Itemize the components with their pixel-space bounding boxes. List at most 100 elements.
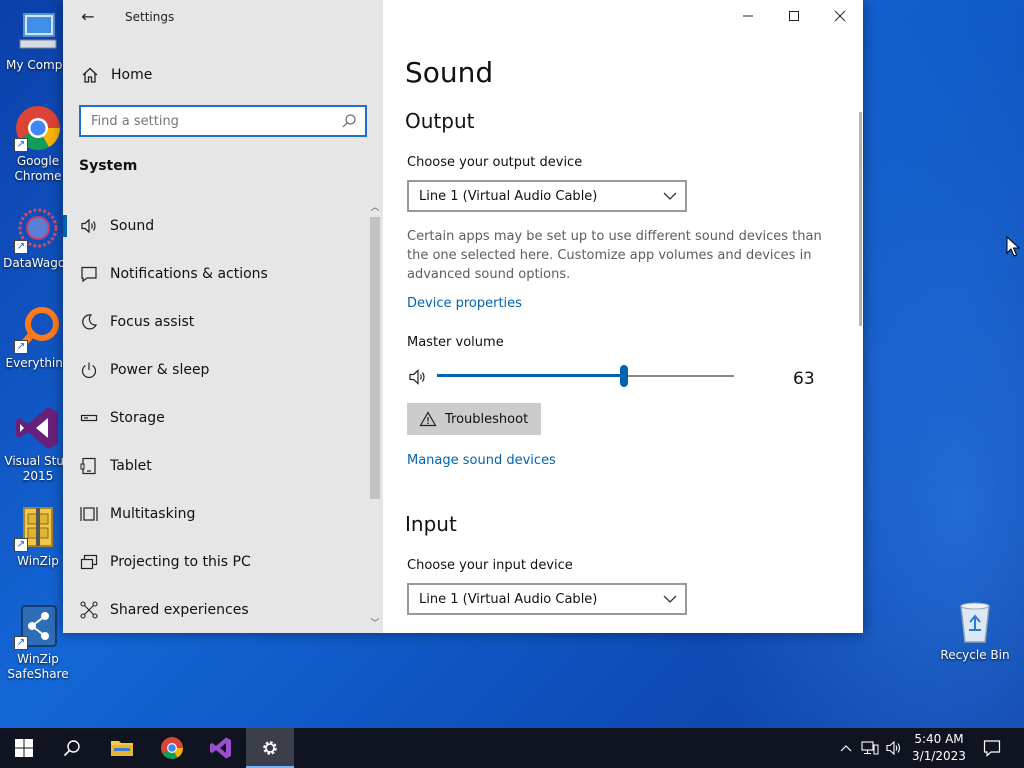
maximize-icon — [789, 11, 799, 21]
nav-item-notifications[interactable]: Notifications & actions — [63, 250, 368, 298]
search-icon — [63, 740, 80, 757]
close-icon — [834, 10, 846, 22]
action-center-icon — [983, 740, 1001, 757]
recycle-bin-icon — [955, 600, 995, 644]
nav-item-shared-experiences[interactable]: Shared experiences — [63, 586, 368, 633]
mouse-cursor-icon — [1006, 236, 1020, 257]
troubleshoot-button[interactable]: Troubleshoot — [407, 403, 541, 435]
nav-item-sound[interactable]: Sound — [63, 202, 368, 250]
nav-home[interactable]: Home — [81, 64, 152, 86]
input-device-dropdown[interactable]: Line 1 (Virtual Audio Cable) — [407, 583, 687, 615]
show-hidden-icons-button[interactable] — [836, 738, 856, 758]
storage-icon — [79, 408, 99, 428]
nav-item-focus-assist[interactable]: Focus assist — [63, 298, 368, 346]
output-heading: Output — [405, 109, 475, 133]
nav-item-label: Sound — [110, 218, 155, 234]
volume-speaker-icon[interactable] — [407, 366, 429, 388]
chrome-icon: ↗ — [14, 104, 62, 152]
nav-item-power-sleep[interactable]: Power & sleep — [63, 346, 368, 394]
taskbar-visual-studio[interactable] — [197, 728, 245, 768]
windows-logo-icon — [15, 739, 33, 757]
output-info-text: Certain apps may be set up to use differ… — [407, 229, 822, 282]
page-title: Sound — [405, 56, 494, 89]
visual-studio-icon — [14, 404, 62, 452]
search-icon[interactable] — [341, 113, 357, 129]
taskbar-file-explorer[interactable] — [98, 728, 146, 768]
clock-time: 5:40 AM — [914, 732, 964, 746]
chevron-down-icon — [663, 192, 677, 200]
search-box — [79, 105, 367, 137]
nav-item-storage[interactable]: Storage — [63, 394, 368, 442]
chevron-down-icon — [663, 595, 677, 603]
winzip-safeshare-icon: ↗ — [14, 602, 62, 650]
tablet-icon — [79, 456, 99, 476]
chevron-up-icon — [840, 745, 852, 752]
power-icon — [79, 360, 99, 380]
shortcut-arrow-icon: ↗ — [14, 240, 28, 254]
datawagon-icon: ↗ — [14, 206, 62, 254]
desktop-icon-label: WinZip SafeShare — [7, 652, 69, 681]
scroll-up-icon[interactable]: ︿ — [370, 203, 380, 213]
volume-slider-thumb[interactable] — [620, 365, 629, 387]
nav-item-label: Notifications & actions — [110, 266, 268, 282]
home-icon — [81, 66, 99, 84]
clock-date: 3/1/2023 — [912, 749, 966, 763]
multitasking-icon — [79, 504, 99, 524]
taskbar-search-button[interactable] — [48, 728, 96, 768]
nav-item-multitasking[interactable]: Multitasking — [63, 490, 368, 538]
nav-scrollbar[interactable]: ︿ ﹀ — [368, 203, 382, 631]
master-volume-value: 63 — [793, 369, 815, 389]
taskbar: 5:40 AM 3/1/2023 — [0, 728, 1024, 768]
scroll-down-icon[interactable]: ﹀ — [370, 619, 380, 629]
maximize-button[interactable] — [771, 0, 817, 32]
action-center-button[interactable] — [982, 738, 1002, 758]
nav-item-projecting[interactable]: Projecting to this PC — [63, 538, 368, 586]
input-heading: Input — [405, 512, 457, 536]
settings-nav-pane: ← Settings Home System Sound — [63, 0, 383, 633]
taskbar-settings[interactable] — [246, 728, 294, 768]
content-scrollbar[interactable] — [859, 112, 862, 326]
nav-item-label: Tablet — [110, 458, 152, 474]
taskbar-clock[interactable]: 5:40 AM 3/1/2023 — [906, 731, 972, 765]
start-button[interactable] — [0, 728, 48, 768]
troubleshoot-label: Troubleshoot — [445, 411, 529, 427]
shortcut-arrow-icon: ↗ — [14, 138, 28, 152]
projecting-icon — [79, 552, 99, 572]
nav-item-label: Projecting to this PC — [110, 554, 251, 570]
minimize-icon — [743, 15, 753, 17]
moon-icon — [79, 312, 99, 332]
minimize-button[interactable] — [725, 0, 771, 32]
network-tray-button[interactable] — [860, 738, 880, 758]
nav-item-label: Shared experiences — [110, 602, 249, 618]
computer-icon — [14, 8, 62, 56]
back-button[interactable]: ← — [77, 6, 99, 28]
nav-item-label: Storage — [110, 410, 165, 426]
input-device-value: Line 1 (Virtual Audio Cable) — [419, 591, 598, 607]
folder-icon — [111, 741, 133, 756]
nav-item-label: Focus assist — [110, 314, 195, 330]
output-device-dropdown[interactable]: Line 1 (Virtual Audio Cable) — [407, 180, 687, 212]
input-device-label: Choose your input device — [407, 558, 573, 573]
shortcut-arrow-icon: ↗ — [14, 636, 28, 650]
nav-item-label: Power & sleep — [110, 362, 210, 378]
manage-sound-devices-link[interactable]: Manage sound devices — [407, 453, 556, 468]
device-properties-link[interactable]: Device properties — [407, 296, 522, 311]
output-device-value: Line 1 (Virtual Audio Cable) — [419, 188, 598, 204]
volume-slider-fill — [437, 374, 625, 377]
master-volume-row: 63 — [407, 362, 827, 392]
gear-icon — [263, 741, 277, 755]
nav-section-title: System — [79, 158, 138, 174]
settings-content: Sound Output Choose your output device L… — [383, 0, 863, 633]
nav-scrollbar-thumb[interactable] — [370, 217, 380, 499]
search-input[interactable] — [81, 107, 331, 135]
nav-home-label: Home — [111, 67, 153, 83]
speaker-icon — [886, 740, 901, 756]
nav-item-tablet[interactable]: Tablet — [63, 442, 368, 490]
window-title: Settings — [125, 10, 175, 24]
volume-tray-button[interactable] — [884, 738, 904, 758]
desktop-icon-recycle-bin[interactable]: Recycle Bin — [940, 600, 1010, 662]
speaker-icon — [79, 216, 99, 236]
taskbar-chrome[interactable] — [148, 728, 196, 768]
recycle-bin-label: Recycle Bin — [940, 648, 1010, 662]
close-button[interactable] — [817, 0, 863, 32]
